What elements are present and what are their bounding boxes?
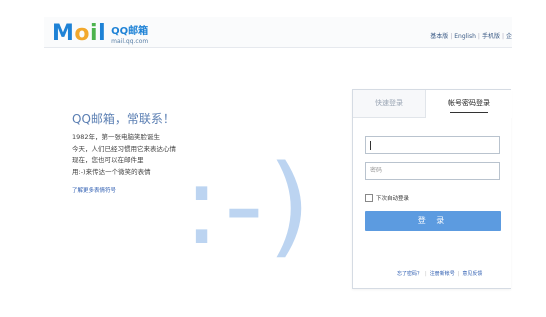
link-enterprise[interactable]: 企: [506, 33, 512, 40]
password-input[interactable]: 密码: [365, 162, 500, 180]
link-basic-version[interactable]: 基本版: [430, 33, 448, 40]
register-link[interactable]: 注册新帐号: [430, 271, 455, 277]
tab-quick-login[interactable]: 快速登录: [353, 90, 425, 117]
login-footer-links: 忘了密码？ | 注册新帐号 | 意见反馈: [397, 270, 482, 277]
story-line: 现在，您也可以在邮件里: [72, 156, 144, 164]
top-links: 基本版 | English | 手机版 | 企: [430, 31, 512, 40]
smiley-illustration: :-): [183, 141, 315, 269]
feedback-link[interactable]: 意见反馈: [462, 271, 482, 277]
remember-label: 下次自动登录: [376, 196, 410, 202]
divider: |: [425, 271, 427, 277]
logo-letter-l: l: [98, 21, 107, 46]
text-cursor: [370, 141, 371, 150]
account-input[interactable]: [365, 136, 500, 154]
login-button[interactable]: 登 录: [365, 211, 501, 231]
slogan-heading: QQ邮箱，常联系！: [72, 112, 175, 126]
logo-subtext: QQ邮箱 mail.qq.com: [111, 27, 148, 45]
story-line: 1982年，第一张电脑笑脸诞生: [72, 133, 161, 141]
story-line: 用:-)来传达一个微笑的表情: [72, 167, 151, 176]
password-placeholder: 密码: [370, 167, 383, 174]
story-line: 今天，人们已经习惯用它来表达心情: [72, 144, 176, 153]
active-tab-underline: [450, 112, 488, 113]
login-panel: 快速登录 帐号密码登录 密码 下次自动登录 登 录 忘了密码？ | 注册新帐号 | 意见…: [352, 89, 512, 289]
logo-letter-o: o: [74, 21, 91, 46]
login-tabs: 快速登录 帐号密码登录: [353, 90, 512, 118]
tab-password-login-label: 帐号密码登录: [448, 99, 490, 107]
header-bar: Moil QQ邮箱 mail.qq.com 基本版 | English | 手机版 | 企: [44, 17, 512, 48]
smiley-story: 1982年，第一张电脑笑脸诞生 今天，人们已经习惯用它来表达心情 现在，您也可以…: [72, 132, 176, 178]
logo-brand-name: QQ邮箱: [111, 26, 149, 37]
qq-mail-logo[interactable]: Moil QQ邮箱 mail.qq.com: [52, 23, 148, 45]
link-mobile-version[interactable]: 手机版: [482, 33, 500, 40]
logo-letter-i: i: [90, 21, 99, 46]
logo-letter-m: M: [52, 21, 75, 46]
mail-wordmark: Moil: [52, 23, 106, 45]
learn-more-emoticons-link[interactable]: 了解更多表情符号: [72, 186, 116, 194]
login-page: Moil QQ邮箱 mail.qq.com 基本版 | English | 手机版 | 企 …: [0, 0, 546, 317]
forgot-password-link[interactable]: 忘了密码？: [397, 271, 422, 277]
logo-domain: mail.qq.com: [111, 38, 149, 45]
remember-checkbox[interactable]: [365, 194, 373, 202]
link-english[interactable]: English: [454, 33, 476, 40]
tab-password-login[interactable]: 帐号密码登录: [425, 90, 512, 118]
remember-me[interactable]: 下次自动登录: [365, 194, 409, 202]
